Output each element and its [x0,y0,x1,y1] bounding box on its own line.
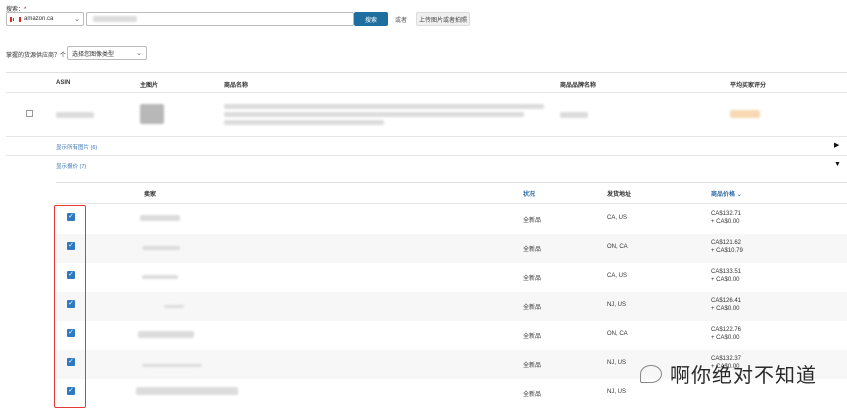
search-button[interactable]: 搜索 [354,12,388,26]
table-row: ✓ 全新品 CA, US CA$133.51 + CA$0.00 [56,263,847,292]
divider [6,136,847,137]
divider [56,203,847,204]
table-row: ✓ 全新品 ON, CA CA$122.76 + CA$0.00 [56,321,847,350]
image-type-value: 选择您图像类型 [72,51,115,58]
header-brand: 商品品牌名称 [560,83,597,89]
ship-from: CA, US [607,215,628,221]
redacted-title [224,104,544,109]
divider [6,92,847,93]
search-input[interactable] [86,12,354,26]
chat-bubble-icon [640,364,662,383]
condition: 全新品 [523,247,542,253]
divider [6,155,847,156]
price: CA$132.71 + CA$0.00 [711,211,742,225]
header-seller: 卖家 [144,192,157,198]
condition: 全新品 [523,363,542,369]
redacted-title [224,112,524,117]
header-ship-from: 发货地址 [607,192,632,198]
price: CA$133.51 + CA$0.00 [711,269,742,283]
ship-from: NJ, US [607,360,627,366]
condition: 全新品 [523,305,542,311]
redacted-seller [164,305,184,308]
header-rating: 平均买家评分 [730,83,767,89]
redacted-title [224,120,384,125]
product-checkbox[interactable] [26,110,33,117]
price: CA$122.76 + CA$0.00 [711,327,742,341]
redacted-seller [138,331,194,338]
show-all-images-link[interactable]: 显示所有图片 (6) [56,143,97,151]
product-thumbnail [140,104,164,124]
marketplace-value: amazon.ca [24,16,54,22]
header-product-name: 商品名称 [224,83,249,89]
price: CA$126.41 + CA$0.00 [711,298,742,312]
or-text: 或者 [395,18,408,24]
image-type-select[interactable]: 选择您图像类型 ⌄ [67,46,147,60]
header-condition[interactable]: 状况 [523,189,535,198]
collapse-down-icon[interactable]: ▼ [834,161,841,168]
ship-from: NJ, US [607,302,627,308]
chevron-down-icon: ⌄ [74,16,80,23]
show-offers-link[interactable]: 显示报价 (7) [56,162,86,170]
condition: 全新品 [523,276,542,282]
ship-from: CA, US [607,273,628,279]
table-row: ✓ 全新品 CA, US CA$132.71 + CA$0.00 [56,205,847,234]
redacted-brand [560,112,588,118]
redacted-asin [56,112,94,118]
canada-flag-icon [10,16,21,22]
redacted-seller [142,246,180,250]
price: CA$121.62 + CA$10.79 [711,240,743,254]
chevron-down-icon: ⌄ [136,50,142,57]
filter-label: 掌握的货源供应商？个： [6,53,73,59]
redacted-rating [730,110,760,118]
watermark-text: 啊你绝对不知道 [670,365,817,387]
ship-from: NJ, US [607,389,627,395]
expand-right-icon[interactable]: ▶ [834,141,839,149]
condition: 全新品 [523,392,542,398]
chevron-down-icon: ⌄ [736,192,742,198]
ship-from: ON, CA [607,331,628,337]
redacted-seller [142,364,202,367]
header-price[interactable]: 商品价格 ⌄ [711,189,742,198]
redacted-seller [142,275,178,279]
header-main-image: 主图片 [140,83,159,89]
marketplace-select[interactable]: amazon.ca ⌄ [6,12,84,26]
condition: 全新品 [523,218,542,224]
watermark: 啊你绝对不知道 [640,359,817,388]
redacted-query [93,16,137,22]
header-asin: ASIN [56,80,71,86]
table-row: ✓ 全新品 ON, CA CA$121.62 + CA$10.79 [56,234,847,263]
checkbox-highlight [54,205,86,408]
ship-from: ON, CA [607,244,628,250]
upload-image-button[interactable]: 上传图片或者拍照 [416,12,470,26]
table-row: ✓ 全新品 NJ, US CA$126.41 + CA$0.00 [56,292,847,321]
condition: 全新品 [523,334,542,340]
redacted-seller [140,215,180,221]
redacted-seller [136,387,238,395]
